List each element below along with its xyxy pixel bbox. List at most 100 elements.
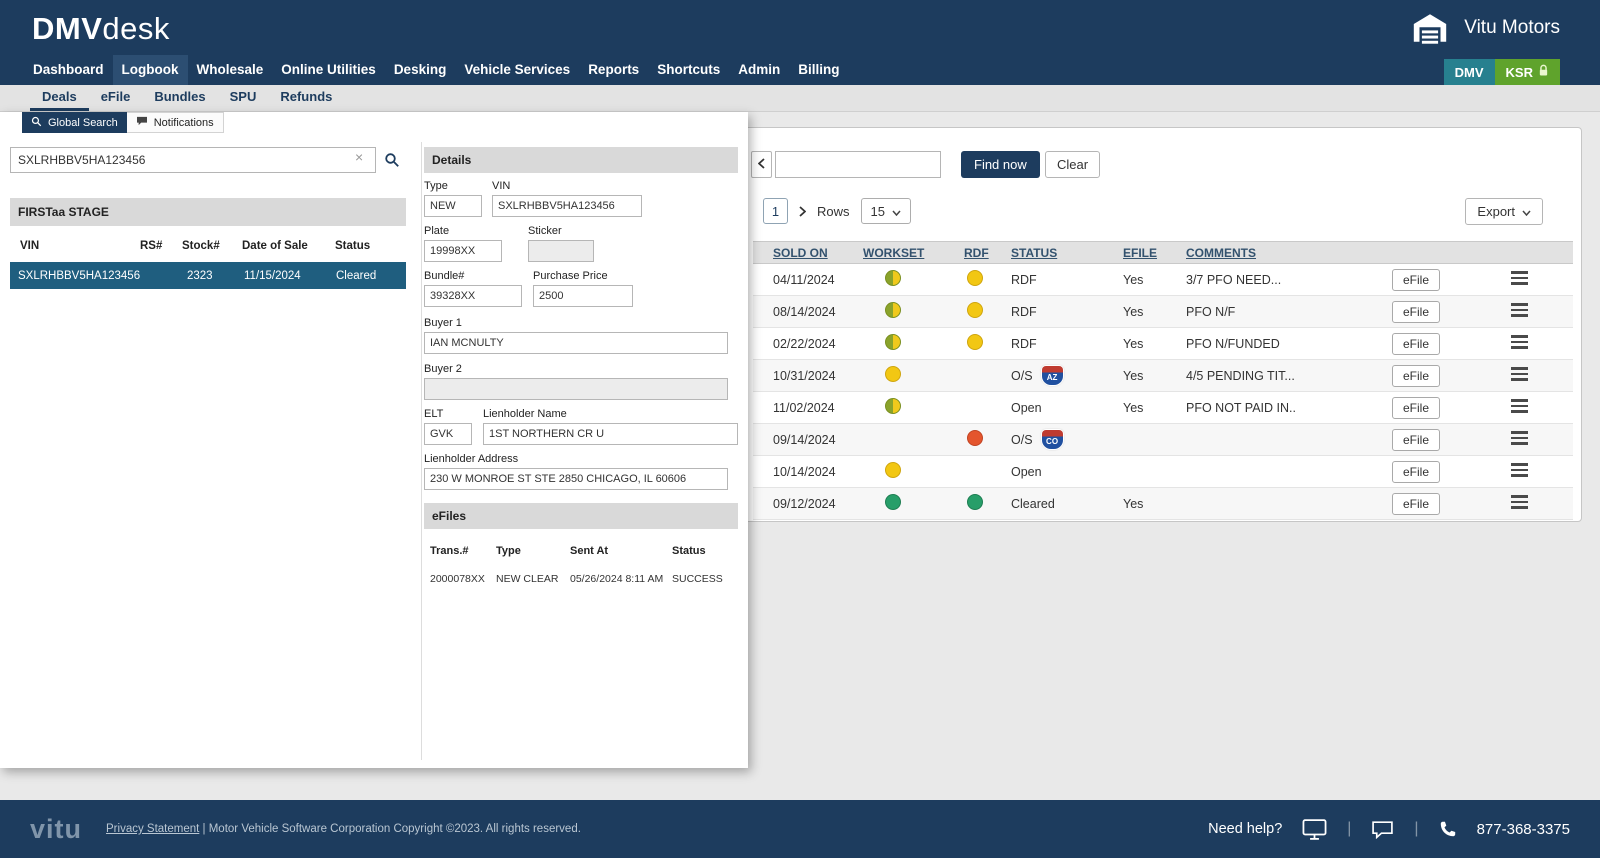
elt-value[interactable]	[424, 423, 472, 445]
efile-button[interactable]: eFile	[1392, 429, 1440, 451]
sticker-value[interactable]	[528, 240, 594, 262]
row-menu-icon[interactable]	[1511, 396, 1528, 416]
subnav-bundles[interactable]: Bundles	[142, 85, 217, 111]
result-row-selected[interactable]: SXLRHBBV5HA123456 2323 11/15/2024 Cleare…	[10, 262, 406, 289]
buyer1-value[interactable]	[424, 332, 728, 354]
workset-indicator	[885, 302, 901, 318]
workset-indicator	[885, 494, 901, 510]
field-sticker: Sticker	[528, 225, 594, 262]
sort-sold-on[interactable]: SOLD ON	[753, 246, 853, 260]
page-number-button[interactable]: 1	[763, 198, 788, 224]
tab-notifications[interactable]: Notifications	[127, 112, 224, 133]
table-row: 04/11/2024 RDF Yes 3/7 PFO NEED... eFile	[753, 264, 1573, 296]
type-value[interactable]	[424, 195, 482, 217]
subnav-spu[interactable]: SPU	[218, 85, 269, 111]
field-buyer2: Buyer 2	[424, 363, 728, 400]
action-cell: eFile	[1386, 333, 1481, 355]
menu-cell	[1481, 332, 1573, 355]
clear-search-icon[interactable]: ×	[355, 150, 363, 164]
export-label: Export	[1477, 204, 1515, 219]
search-submit-button[interactable]	[380, 149, 404, 173]
dmv-badge[interactable]: DMV	[1444, 59, 1495, 85]
efile-button[interactable]: eFile	[1392, 461, 1440, 483]
vin-value[interactable]	[492, 195, 642, 217]
row-menu-icon[interactable]	[1511, 332, 1528, 352]
plate-value[interactable]	[424, 240, 502, 262]
nav-item-desking[interactable]: Desking	[385, 55, 456, 85]
logo-light: desk	[102, 11, 169, 46]
app-root: DMV desk Vitu Motors Dashboard Logbook Wh…	[0, 0, 1600, 858]
table-row: 10/31/2024 O/SAZ Yes 4/5 PENDING TIT... …	[753, 360, 1573, 392]
remote-support-icon[interactable]	[1302, 819, 1327, 840]
export-button[interactable]: Export	[1465, 198, 1543, 225]
clear-button[interactable]: Clear	[1045, 151, 1100, 178]
comments-cell: 4/5 PENDING TIT...	[1176, 369, 1386, 383]
notifications-icon	[136, 116, 148, 129]
subnav-refunds[interactable]: Refunds	[268, 85, 344, 111]
account-name: Vitu Motors	[1464, 17, 1560, 39]
lienholder-name-label: Lienholder Name	[483, 408, 738, 420]
field-elt: ELT	[424, 408, 472, 445]
nav-item-dashboard[interactable]: Dashboard	[24, 55, 113, 85]
deal-search-input[interactable]	[775, 151, 941, 178]
row-menu-icon[interactable]	[1511, 460, 1528, 480]
chat-icon[interactable]	[1371, 820, 1394, 839]
sort-status[interactable]: STATUS	[1001, 246, 1116, 260]
nav-item-admin[interactable]: Admin	[729, 55, 789, 85]
col-stock: Stock#	[182, 240, 242, 252]
efile-button[interactable]: eFile	[1392, 365, 1440, 387]
row-menu-icon[interactable]	[1511, 300, 1528, 320]
nav-item-billing[interactable]: Billing	[789, 55, 848, 85]
subnav-deals[interactable]: Deals	[30, 85, 89, 111]
efile-button[interactable]: eFile	[1392, 493, 1440, 515]
table-row: 02/22/2024 RDF Yes PFO N/FUNDED eFile	[753, 328, 1573, 360]
table-row: 11/02/2024 Open Yes PFO NOT PAID IN.. eF…	[753, 392, 1573, 424]
menu-cell	[1481, 396, 1573, 419]
subnav-efile[interactable]: eFile	[89, 85, 143, 111]
nav-item-vehicle-services[interactable]: Vehicle Services	[455, 55, 579, 85]
row-menu-icon[interactable]	[1511, 268, 1528, 288]
rows-per-page-select[interactable]: 15	[861, 198, 911, 224]
find-now-button[interactable]: Find now	[961, 151, 1040, 178]
support-phone-number[interactable]: 877-368-3375	[1477, 821, 1570, 838]
field-buyer1: Buyer 1	[424, 317, 728, 354]
row-menu-icon[interactable]	[1511, 428, 1528, 448]
status-text: Open	[1011, 401, 1042, 415]
privacy-statement-link[interactable]: Privacy Statement	[106, 823, 199, 835]
efile-flag: Yes	[1116, 369, 1176, 383]
sort-comments[interactable]: COMMENTS	[1176, 246, 1386, 260]
collapse-panel-button[interactable]	[751, 151, 772, 178]
global-search-input[interactable]	[10, 147, 376, 173]
nav-item-reports[interactable]: Reports	[579, 55, 648, 85]
row-menu-icon[interactable]	[1511, 492, 1528, 512]
efile-button[interactable]: eFile	[1392, 397, 1440, 419]
az-state-badge: AZ	[1042, 366, 1063, 385]
rows-label: Rows	[817, 204, 850, 219]
ksr-badge[interactable]: KSR	[1495, 59, 1560, 85]
sort-efile[interactable]: EFILE	[1116, 246, 1176, 260]
sort-workset[interactable]: WORKSET	[853, 246, 951, 260]
efile-button[interactable]: eFile	[1392, 269, 1440, 291]
bundle-value[interactable]	[424, 285, 522, 307]
nav-item-wholesale[interactable]: Wholesale	[188, 55, 273, 85]
nav-item-logbook[interactable]: Logbook	[113, 55, 188, 85]
row-menu-icon[interactable]	[1511, 364, 1528, 384]
nav-item-online-utilities[interactable]: Online Utilities	[272, 55, 385, 85]
details-section-header: Details	[424, 147, 738, 173]
efile-button[interactable]: eFile	[1392, 333, 1440, 355]
next-page-icon[interactable]	[799, 206, 806, 217]
rdf-cell	[951, 334, 1001, 353]
buyer2-value[interactable]	[424, 378, 728, 400]
panel-tabs: Global Search Notifications	[22, 112, 224, 133]
field-lienholder-address: Lienholder Address	[424, 453, 728, 490]
sort-rdf[interactable]: RDF	[951, 246, 1001, 260]
lienholder-address-value[interactable]	[424, 468, 728, 490]
nav-item-shortcuts[interactable]: Shortcuts	[648, 55, 729, 85]
lienholder-name-value[interactable]	[483, 423, 738, 445]
result-stock: 2323	[182, 270, 242, 282]
purchase-price-value[interactable]	[533, 285, 633, 307]
tab-global-search[interactable]: Global Search	[22, 112, 127, 133]
co-state-badge: CO	[1042, 430, 1063, 449]
sold-on-cell: 11/02/2024	[753, 401, 853, 415]
efile-button[interactable]: eFile	[1392, 301, 1440, 323]
